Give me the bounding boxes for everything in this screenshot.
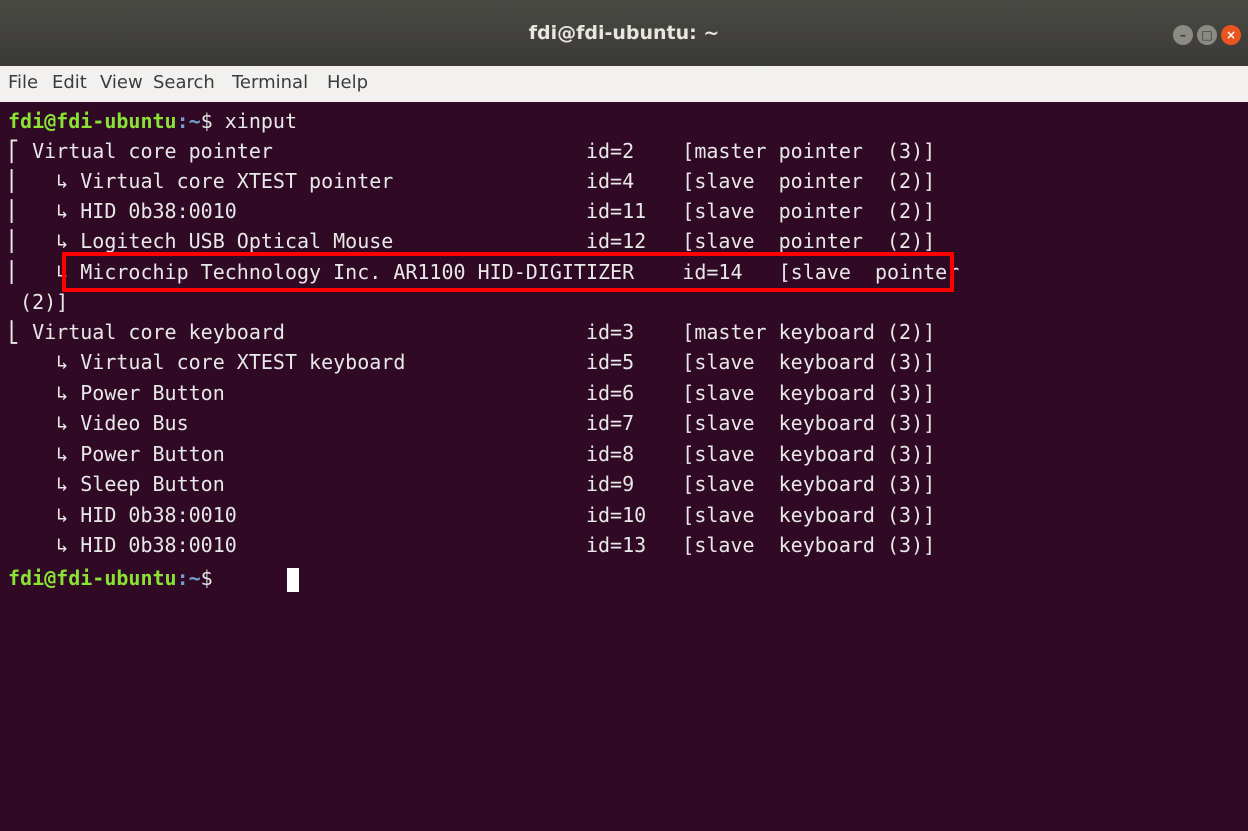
menu-view[interactable]: View [100, 72, 143, 93]
output-line: ↳ HID 0b38:0010 id=13 [slave keyboard (3… [8, 533, 936, 557]
text-cursor [287, 568, 299, 592]
menu-help[interactable]: Help [327, 72, 368, 93]
terminal-window: fdi@fdi-ubuntu: ~ – □ × File Edit View S… [0, 0, 1248, 831]
output-line: (2)] [8, 290, 69, 314]
menu-file[interactable]: File [8, 72, 38, 93]
menu-bar: File Edit View Search Terminal Help [0, 66, 1248, 103]
prompt-path: :~ [176, 566, 201, 590]
menu-search[interactable]: Search [153, 72, 215, 93]
output-line: ⎜ ↳ HID 0b38:0010 id=11 [slave pointer (… [8, 199, 936, 223]
highlight-annotation-box [62, 252, 954, 292]
output-line: ↳ Power Button id=6 [slave keyboard (3)] [8, 381, 936, 405]
close-icon[interactable]: × [1221, 25, 1241, 45]
prompt-symbol: $ [200, 566, 225, 590]
command-text: xinput [224, 109, 298, 133]
menu-edit[interactable]: Edit [52, 72, 87, 93]
output-line: ⎣ Virtual core keyboard id=3 [master key… [8, 320, 936, 344]
output-line: ↳ HID 0b38:0010 id=10 [slave keyboard (3… [8, 503, 936, 527]
prompt-path: :~ [176, 109, 201, 133]
terminal-output[interactable]: fdi@fdi-ubuntu:~$ xinput ⎡ Virtual core … [0, 102, 1248, 831]
command-line: fdi@fdi-ubuntu:~$ xinput [8, 106, 297, 136]
minimize-icon[interactable]: – [1173, 25, 1193, 45]
output-line: ⎜ ↳ Virtual core XTEST pointer id=4 [sla… [8, 169, 936, 193]
title-bar[interactable]: fdi@fdi-ubuntu: ~ – □ × [0, 0, 1248, 66]
output-line: ↳ Virtual core XTEST keyboard id=5 [slav… [8, 350, 936, 374]
output-line: ↳ Power Button id=8 [slave keyboard (3)] [8, 442, 936, 466]
prompt-symbol: $ [200, 109, 225, 133]
menu-terminal[interactable]: Terminal [232, 72, 308, 93]
window-title: fdi@fdi-ubuntu: ~ [528, 22, 720, 44]
output-line: ↳ Video Bus id=7 [slave keyboard (3)] [8, 411, 936, 435]
prompt-user: fdi@fdi-ubuntu [8, 566, 177, 590]
output-line: ↳ Sleep Button id=9 [slave keyboard (3)] [8, 472, 936, 496]
prompt-user: fdi@fdi-ubuntu [8, 109, 177, 133]
current-prompt: fdi@fdi-ubuntu:~$ [8, 563, 225, 593]
output-line: ⎡ Virtual core pointer id=2 [master poin… [8, 139, 936, 163]
maximize-icon[interactable]: □ [1197, 25, 1217, 45]
